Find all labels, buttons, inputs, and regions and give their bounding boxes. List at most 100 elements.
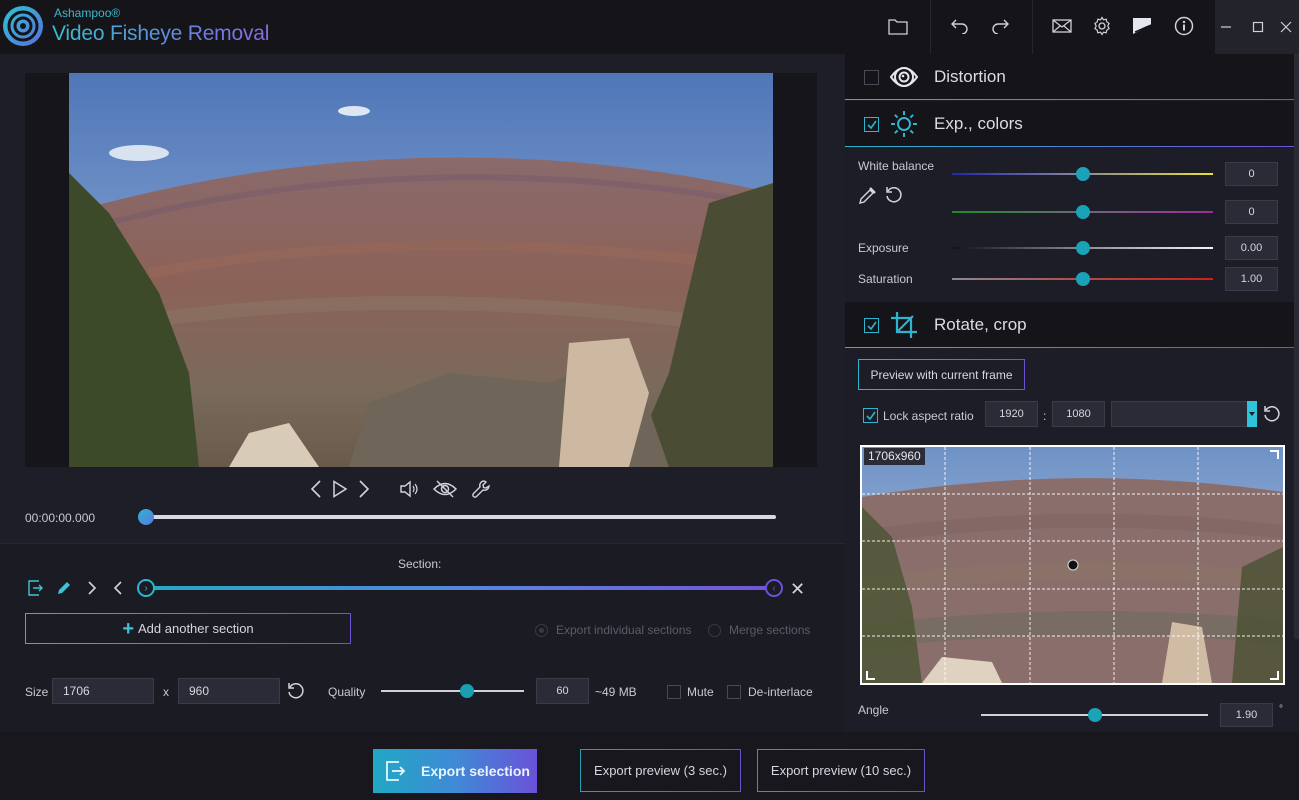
radio-indicator <box>708 623 721 637</box>
export-preview-3s-button[interactable]: Export preview (3 sec.) <box>580 749 741 792</box>
export-selection-button[interactable]: Export selection <box>373 749 537 793</box>
timeline-slider[interactable] <box>138 509 776 525</box>
deinterlace-label: De-interlace <box>748 685 813 699</box>
video-preview-frame <box>25 73 817 467</box>
export-individual-label: Export individual sections <box>556 623 692 637</box>
rotate-crop-header[interactable]: Rotate, crop <box>845 302 1294 348</box>
undo-icon[interactable] <box>948 14 972 38</box>
merge-sections-radio[interactable]: Merge sections <box>708 623 810 637</box>
skin-icon[interactable] <box>1130 14 1154 38</box>
blue-yellow-slider-handle[interactable] <box>1075 167 1090 181</box>
ratio-separator: : <box>1043 409 1047 423</box>
export-individual-radio[interactable]: Export individual sections <box>535 623 691 637</box>
crop-icon <box>889 310 919 340</box>
deinterlace-checkbox[interactable] <box>727 685 741 699</box>
hide-preview-icon[interactable] <box>433 477 457 501</box>
saturation-input[interactable]: 1.00 <box>1225 267 1278 291</box>
output-settings-row: Size 1706 x 960 Quality 60 ~49 MB Mute D… <box>0 678 845 708</box>
maximize-button[interactable] <box>1247 16 1269 38</box>
ratio-width-input[interactable]: 1920 <box>985 401 1038 427</box>
height-input[interactable]: 960 <box>178 678 280 704</box>
current-time: 00:00:00.000 <box>25 511 96 525</box>
chevron-down-icon[interactable] <box>1247 401 1257 427</box>
volume-icon[interactable] <box>397 477 421 501</box>
brand-name: Ashampoo® <box>54 6 121 20</box>
timeline-handle[interactable] <box>138 509 154 525</box>
app-logo-icon <box>3 6 43 46</box>
distortion-checkbox[interactable] <box>864 70 879 85</box>
reset-aspect-icon[interactable] <box>1262 404 1282 424</box>
radio-indicator <box>535 623 548 637</box>
exposure-label: Exposure <box>858 241 909 255</box>
distortion-title: Distortion <box>934 67 1006 86</box>
exposure-slider-handle[interactable] <box>1075 241 1090 255</box>
eye-icon <box>889 62 919 92</box>
set-start-icon[interactable] <box>82 578 102 598</box>
reset-white-balance-icon[interactable] <box>884 185 904 205</box>
window-controls <box>1215 0 1299 54</box>
redo-icon[interactable] <box>988 14 1012 38</box>
exposure-input[interactable]: 0.00 <box>1225 236 1278 260</box>
add-section-label: Add another section <box>138 621 254 636</box>
video-preview[interactable] <box>69 73 773 467</box>
section-start-handle[interactable]: › <box>137 579 155 597</box>
play-icon[interactable] <box>328 477 352 501</box>
app-title: Video Fisheye Removal <box>52 22 270 45</box>
minimize-button[interactable] <box>1215 16 1237 38</box>
toolbar-divider <box>930 0 931 54</box>
saturation-slider-handle[interactable] <box>1075 272 1090 286</box>
next-frame-icon[interactable] <box>352 477 376 501</box>
aspect-preset-select[interactable] <box>1111 401 1257 427</box>
distortion-header[interactable]: Distortion <box>845 54 1294 100</box>
gear-icon[interactable] <box>1090 14 1114 38</box>
close-button[interactable] <box>1275 16 1297 38</box>
green-magenta-input[interactable]: 0 <box>1225 200 1278 224</box>
rotate-crop-checkbox[interactable] <box>864 318 879 333</box>
pencil-icon[interactable] <box>54 578 74 598</box>
section-label: Section: <box>398 557 442 571</box>
plus-icon: + <box>122 617 135 640</box>
section-end-handle[interactable]: ‹ <box>765 579 783 597</box>
toolbar-divider <box>1032 0 1033 54</box>
angle-slider-handle[interactable] <box>1087 708 1102 722</box>
white-balance-label: White balance <box>858 159 935 173</box>
info-icon[interactable] <box>1172 14 1196 38</box>
quality-slider-handle[interactable] <box>459 684 474 698</box>
colors-checkbox[interactable] <box>864 117 879 132</box>
add-section-button[interactable]: + Add another section <box>25 613 351 644</box>
settings-scrollbar[interactable] <box>1294 54 1299 639</box>
ratio-height-input[interactable]: 1080 <box>1052 401 1105 427</box>
angle-input[interactable]: 1.90 <box>1220 703 1273 727</box>
mail-icon[interactable] <box>1050 14 1074 38</box>
colors-header[interactable]: Exp., colors <box>845 101 1294 147</box>
export-bar: Export selection Export preview (3 sec.)… <box>0 732 1299 800</box>
quality-label: Quality <box>328 685 366 699</box>
folder-icon[interactable] <box>886 14 910 38</box>
remove-section-icon[interactable]: ✕ <box>790 579 805 600</box>
settings-panel: Distortion Exp., colors White balance 0 … <box>845 54 1299 732</box>
playback-controls <box>304 477 376 501</box>
previous-frame-icon[interactable] <box>304 477 328 501</box>
crop-preview-image <box>862 447 1283 683</box>
wrench-icon[interactable] <box>469 477 493 501</box>
saturation-label: Saturation <box>858 272 913 286</box>
rotate-crop-title: Rotate, crop <box>934 315 1027 334</box>
set-end-icon[interactable] <box>108 578 128 598</box>
preview-current-frame-button[interactable]: Preview with current frame <box>858 359 1025 390</box>
blue-yellow-input[interactable]: 0 <box>1225 162 1278 186</box>
quality-input[interactable]: 60 <box>536 678 589 704</box>
crop-preview[interactable]: 1706x960 <box>860 445 1285 685</box>
size-x-label: x <box>163 685 169 699</box>
mute-checkbox[interactable] <box>667 685 681 699</box>
reset-size-icon[interactable] <box>286 681 306 701</box>
export-section-icon[interactable] <box>25 578 45 598</box>
eyedropper-icon[interactable] <box>858 185 878 205</box>
section-range-slider[interactable]: › ‹ <box>137 579 783 597</box>
green-magenta-slider-handle[interactable] <box>1075 205 1090 219</box>
lock-aspect-checkbox[interactable] <box>863 408 878 423</box>
quality-slider[interactable] <box>381 690 524 692</box>
estimated-size: ~49 MB <box>595 685 637 699</box>
export-preview-10s-button[interactable]: Export preview (10 sec.) <box>757 749 925 792</box>
width-input[interactable]: 1706 <box>52 678 154 704</box>
export-selection-label: Export selection <box>421 763 530 779</box>
